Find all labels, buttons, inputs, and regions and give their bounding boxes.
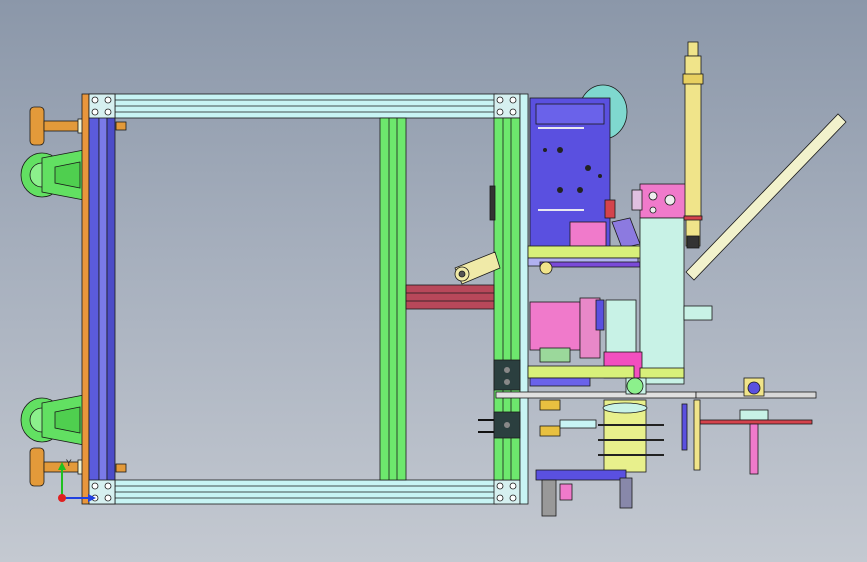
cad-model: Y: [20, 41, 847, 517]
pneumatic-cylinder: [682, 41, 704, 249]
bottom-left-caster-wheel: [20, 394, 85, 446]
diagonal-chute: [685, 113, 847, 281]
bottom-frame-rail: [114, 479, 498, 505]
right-green-post: [493, 93, 529, 505]
middle-green-post: [379, 117, 407, 481]
left-side-plates: [81, 93, 116, 505]
mint-column: [639, 217, 713, 385]
red-conveyor-belt: [405, 185, 496, 310]
pink-motor: [529, 297, 605, 363]
horizontal-shaft: [495, 391, 817, 399]
top-frame-rail: [114, 93, 498, 119]
pulley-assembly: [535, 377, 664, 517]
triad-y-label: Y: [65, 459, 72, 469]
pink-block-with-holes: [631, 183, 687, 219]
pivot-arm: [454, 251, 501, 285]
top-left-caster-wheel: [20, 149, 85, 201]
cad-viewport[interactable]: Y: [0, 0, 867, 562]
pink-cylinder-block: [569, 217, 641, 249]
